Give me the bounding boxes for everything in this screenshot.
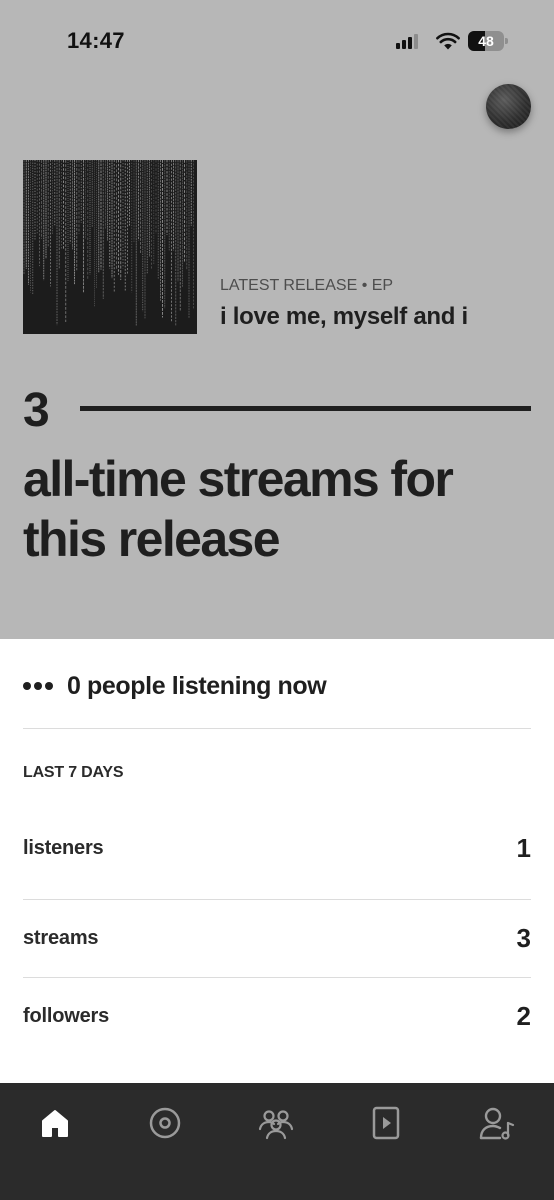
profile-avatar[interactable]: [486, 84, 531, 129]
tab-home[interactable]: [33, 1101, 77, 1145]
tab-audience[interactable]: [254, 1101, 298, 1145]
wifi-icon: [436, 32, 460, 50]
audience-icon: [258, 1110, 294, 1140]
release-artwork[interactable]: [23, 160, 197, 334]
tab-profile[interactable]: [475, 1101, 519, 1145]
release-title[interactable]: i love me, myself and i: [220, 303, 468, 331]
stat-value-listeners: 1: [516, 833, 531, 863]
bottom-tab-bar: [0, 1083, 554, 1200]
tab-videos[interactable]: [364, 1101, 408, 1145]
stat-value-followers: 2: [516, 1001, 531, 1031]
headline-rule: [80, 406, 531, 411]
stat-label-streams: streams: [23, 927, 99, 949]
divider: [23, 977, 531, 978]
battery-icon: 48: [468, 31, 508, 51]
last-7-days-label: LAST 7 DAYS: [23, 764, 124, 781]
stat-value-streams: 3: [516, 923, 531, 953]
status-time: 14:47: [67, 28, 125, 53]
video-play-icon: [372, 1106, 400, 1140]
stat-label-listeners: listeners: [23, 837, 104, 859]
artist-profile-icon: [479, 1107, 515, 1140]
stat-label-followers: followers: [23, 1005, 109, 1027]
all-time-streams-caption: all-time streams for this release: [23, 451, 454, 567]
live-listeners-row: 0 people listening now: [23, 669, 327, 703]
battery-percentage: 48: [478, 33, 494, 49]
tab-music[interactable]: [143, 1101, 187, 1145]
all-time-streams-count: 3: [23, 384, 50, 437]
release-hero: 14:47 48 LATEST RELEASE • EP i love me, …: [0, 0, 554, 639]
home-icon: [42, 1110, 68, 1137]
status-bar: 14:47 48: [0, 0, 554, 80]
release-type-label: LATEST RELEASE • EP: [220, 277, 394, 294]
divider: [23, 899, 531, 900]
cellular-signal-icon: [396, 33, 422, 49]
live-listeners-text: 0 people listening now: [67, 671, 327, 700]
stats-panel: 0 people listening now LAST 7 DAYS liste…: [0, 639, 554, 1083]
live-dots-icon: [23, 682, 53, 690]
music-disc-icon: [149, 1107, 181, 1139]
divider: [23, 728, 531, 729]
